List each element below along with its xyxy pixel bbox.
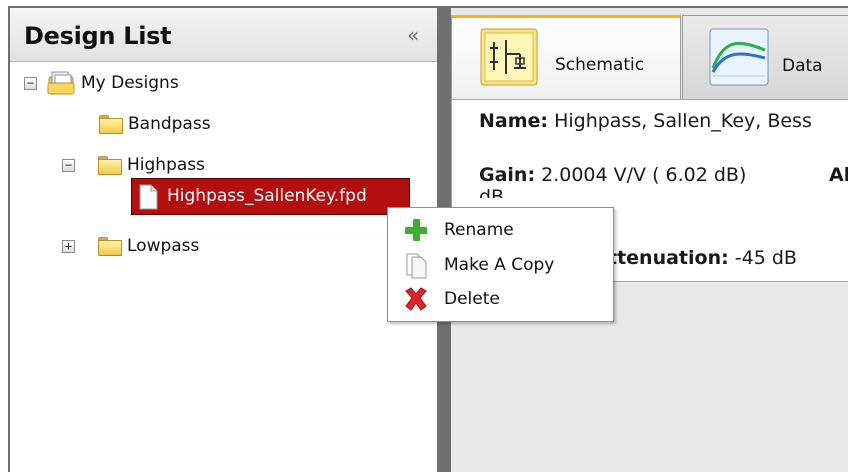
my-designs-folder-icon <box>46 70 76 96</box>
folder-icon <box>98 114 124 135</box>
expand-expander-icon[interactable]: + <box>62 239 75 253</box>
tab-schematic[interactable]: Schematic <box>451 15 681 100</box>
tab-label: Data <box>782 56 823 76</box>
tree-item-highpass[interactable]: − Highpass <box>62 152 205 178</box>
document-file-icon <box>137 184 159 210</box>
attenuation-row: ttenuation: -45 dB <box>608 247 797 269</box>
menu-item-label: Delete <box>444 289 500 309</box>
gain-value: 2.0004 V/V ( 6.02 dB) <box>541 164 747 186</box>
design-list-title: Design List <box>24 22 172 50</box>
name-label: Name: <box>479 110 549 132</box>
tree-label: Highpass_SallenKey.fpd <box>167 186 367 206</box>
menu-item-make-a-copy[interactable]: Make A Copy <box>388 249 613 281</box>
tree-label: Lowpass <box>127 236 200 256</box>
schematic-icon <box>480 28 538 86</box>
menu-item-label: Make A Copy <box>444 255 555 275</box>
attenuation-label: ttenuation: <box>608 247 729 269</box>
tree-label: My Designs <box>81 73 179 93</box>
menu-item-rename[interactable]: Rename <box>388 214 613 246</box>
gain-wrap-text: dB <box>479 186 505 198</box>
name-value: Highpass, Sallen_Key, Bess <box>554 110 812 132</box>
name-row: Name: Highpass, Sallen_Key, Bess <box>479 110 812 132</box>
tab-data[interactable]: Data <box>682 15 848 100</box>
context-menu: Rename Make A Copy Delete <box>387 207 614 322</box>
menu-item-label: Rename <box>444 220 514 240</box>
folder-icon <box>97 155 123 176</box>
attenuation-value: -45 dB <box>734 247 797 269</box>
collapse-expander-icon[interactable]: − <box>24 76 37 90</box>
collapse-expander-icon[interactable]: − <box>62 158 75 172</box>
tab-label: Schematic <box>555 55 645 75</box>
tree-item-lowpass[interactable]: + Lowpass <box>62 233 199 259</box>
gain-row: Gain: 2.0004 V/V ( 6.02 dB) <box>479 164 746 186</box>
tree-label: Highpass <box>127 155 205 175</box>
design-list-header: Design List « <box>10 8 437 62</box>
folder-icon <box>97 236 123 257</box>
design-list-panel: Design List « − My Designs Bandpass − Hi… <box>10 8 437 472</box>
gain-extra: Al <box>829 164 848 186</box>
tree-item-highpass-sallenkey-selected[interactable]: Highpass_SallenKey.fpd <box>131 178 410 215</box>
delete-x-icon <box>402 285 430 313</box>
tree-item-my-designs[interactable]: − My Designs <box>24 70 179 96</box>
menu-item-delete[interactable]: Delete <box>388 283 613 315</box>
copy-document-icon <box>402 251 430 279</box>
collapse-panel-icon[interactable]: « <box>407 23 419 47</box>
tree-item-bandpass[interactable]: Bandpass <box>98 111 211 137</box>
data-graph-icon <box>709 28 769 86</box>
plus-icon <box>402 216 430 244</box>
gain-label: Gain: <box>479 164 536 186</box>
tree-label: Bandpass <box>128 114 211 134</box>
